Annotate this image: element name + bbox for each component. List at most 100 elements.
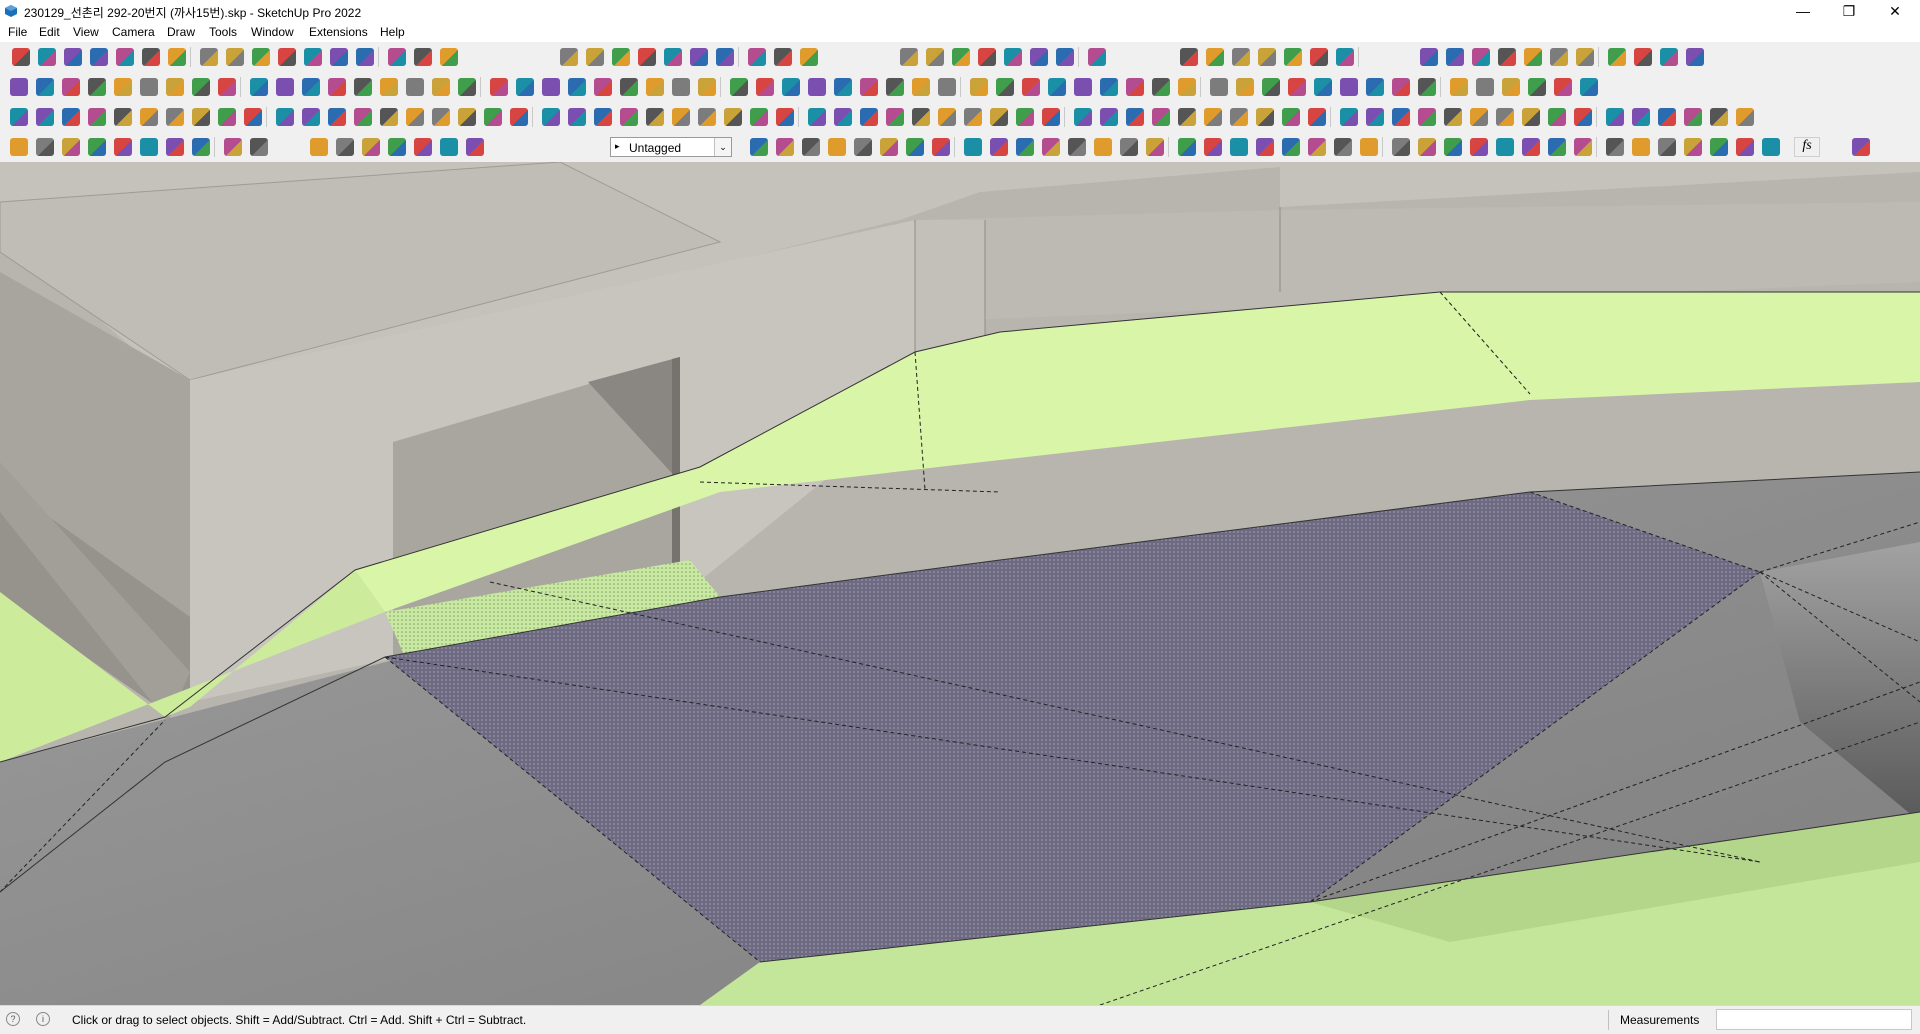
toolbar-tool-icon[interactable]: [912, 78, 930, 96]
toolbar-tool-icon[interactable]: [800, 48, 818, 66]
toolbar-tool-icon[interactable]: [1420, 48, 1438, 66]
toolbar-tool-icon[interactable]: [1580, 78, 1598, 96]
toolbar-tool-icon[interactable]: [1310, 48, 1328, 66]
toolbar-tool-icon[interactable]: [1548, 108, 1566, 126]
toolbar-tool-icon[interactable]: [1576, 48, 1594, 66]
menu-file[interactable]: File: [8, 25, 27, 39]
toolbar-tool-icon[interactable]: [1152, 108, 1170, 126]
toolbar-tool-icon[interactable]: [166, 138, 184, 156]
toolbar-tool-icon[interactable]: [748, 48, 766, 66]
toolbar-tool-icon[interactable]: [62, 108, 80, 126]
toolbar-tool-icon[interactable]: [932, 138, 950, 156]
toolbar-tool-icon[interactable]: [1366, 108, 1384, 126]
toolbar-tool-icon[interactable]: [1094, 138, 1112, 156]
toolbar-tool-icon[interactable]: [336, 138, 354, 156]
chevron-down-icon[interactable]: ⌄: [714, 138, 731, 156]
toolbar-tool-icon[interactable]: [250, 138, 268, 156]
toolbar-tool-icon[interactable]: [36, 78, 54, 96]
toolbar-tool-icon[interactable]: [1522, 138, 1540, 156]
toolbar-tool-icon[interactable]: [1470, 108, 1488, 126]
toolbar-tool-icon[interactable]: [1528, 78, 1546, 96]
toolbar-tool-icon[interactable]: [612, 48, 630, 66]
toolbar-tool-icon[interactable]: [990, 108, 1008, 126]
toolbar-tool-icon[interactable]: [90, 48, 108, 66]
toolbar-tool-icon[interactable]: [432, 108, 450, 126]
toolbar-tool-icon[interactable]: [698, 78, 716, 96]
toolbar-tool-icon[interactable]: [414, 48, 432, 66]
toolbar-tool-icon[interactable]: [1284, 48, 1302, 66]
toolbar-tool-icon[interactable]: [834, 78, 852, 96]
toolbar-tool-icon[interactable]: [690, 48, 708, 66]
toolbar-tool-icon[interactable]: [756, 78, 774, 96]
toolbar-tool-icon[interactable]: [886, 108, 904, 126]
toolbar-tool-icon[interactable]: [192, 138, 210, 156]
toolbar-tool-icon[interactable]: [1502, 78, 1520, 96]
toolbar-tool-icon[interactable]: [406, 108, 424, 126]
toolbar-tool-icon[interactable]: [774, 48, 792, 66]
model-viewport[interactable]: [0, 162, 1920, 1005]
toolbar-tool-icon[interactable]: [860, 108, 878, 126]
toolbar-tool-icon[interactable]: [1074, 108, 1092, 126]
toolbar-tool-icon[interactable]: [36, 138, 54, 156]
toolbar-tool-icon[interactable]: [1444, 108, 1462, 126]
toolbar-tool-icon[interactable]: [1686, 48, 1704, 66]
toolbar-tool-icon[interactable]: [218, 78, 236, 96]
toolbar-tool-icon[interactable]: [1288, 78, 1306, 96]
toolbar-tool-icon[interactable]: [250, 78, 268, 96]
toolbar-tool-icon[interactable]: [1100, 108, 1118, 126]
toolbar-tool-icon[interactable]: [1074, 78, 1092, 96]
toolbar-tool-icon[interactable]: [1634, 48, 1652, 66]
menu-view[interactable]: View: [73, 25, 99, 39]
toolbar-tool-icon[interactable]: [356, 48, 374, 66]
toolbar-tool-icon[interactable]: [646, 108, 664, 126]
toolbar-tool-icon[interactable]: [964, 108, 982, 126]
toolbar-tool-icon[interactable]: [730, 78, 748, 96]
toolbar-tool-icon[interactable]: [166, 108, 184, 126]
toolbar-tool-icon[interactable]: [1336, 48, 1354, 66]
toolbar-tool-icon[interactable]: [1444, 138, 1462, 156]
toolbar-tool-icon[interactable]: [1548, 138, 1566, 156]
toolbar-tool-icon[interactable]: [568, 78, 586, 96]
toolbar-tool-icon[interactable]: [664, 48, 682, 66]
toolbar-tool-icon[interactable]: [278, 48, 296, 66]
toolbar-tool-icon[interactable]: [1606, 108, 1624, 126]
toolbar-tool-icon[interactable]: [88, 108, 106, 126]
toolbar-tool-icon[interactable]: [776, 138, 794, 156]
toolbar-tool-icon[interactable]: [432, 78, 450, 96]
toolbar-tool-icon[interactable]: [362, 138, 380, 156]
toolbar-tool-icon[interactable]: [114, 78, 132, 96]
toolbar-tool-icon[interactable]: [1736, 108, 1754, 126]
toolbar-tool-icon[interactable]: [1308, 108, 1326, 126]
toolbar-tool-icon[interactable]: [12, 48, 30, 66]
menu-tools[interactable]: Tools: [209, 25, 237, 39]
toolbar-tool-icon[interactable]: [1524, 48, 1542, 66]
toolbar-tool-icon[interactable]: [542, 108, 560, 126]
toolbar-tool-icon[interactable]: [440, 138, 458, 156]
toolbar-tool-icon[interactable]: [672, 108, 690, 126]
toolbar-tool-icon[interactable]: [458, 78, 476, 96]
toolbar-tool-icon[interactable]: [88, 78, 106, 96]
toolbar-tool-icon[interactable]: [328, 78, 346, 96]
menu-extensions[interactable]: Extensions: [309, 25, 368, 39]
toolbar-tool-icon[interactable]: [860, 78, 878, 96]
toolbar-tool-icon[interactable]: [140, 78, 158, 96]
toolbar-tool-icon[interactable]: [1120, 138, 1138, 156]
toolbar-tool-icon[interactable]: [776, 108, 794, 126]
toolbar-tool-icon[interactable]: [1180, 48, 1198, 66]
toolbar-tool-icon[interactable]: [330, 48, 348, 66]
toolbar-tool-icon[interactable]: [1392, 108, 1410, 126]
toolbar-tool-icon[interactable]: [1608, 48, 1626, 66]
toolbar-tool-icon[interactable]: [1606, 138, 1624, 156]
toolbar-tool-icon[interactable]: [276, 108, 294, 126]
toolbar-tool-icon[interactable]: [302, 108, 320, 126]
toolbar-tool-icon[interactable]: [1204, 138, 1222, 156]
toolbar-tool-icon[interactable]: [672, 78, 690, 96]
toolbar-tool-icon[interactable]: [1068, 138, 1086, 156]
toolbar-tool-icon[interactable]: [938, 108, 956, 126]
toolbar-tool-icon[interactable]: [1016, 138, 1034, 156]
toolbar-tool-icon[interactable]: [88, 138, 106, 156]
toolbar-tool-icon[interactable]: [1446, 48, 1464, 66]
toolbar-tool-icon[interactable]: [140, 108, 158, 126]
toolbar-tool-icon[interactable]: [802, 138, 820, 156]
restore-button[interactable]: ❐: [1826, 0, 1872, 22]
